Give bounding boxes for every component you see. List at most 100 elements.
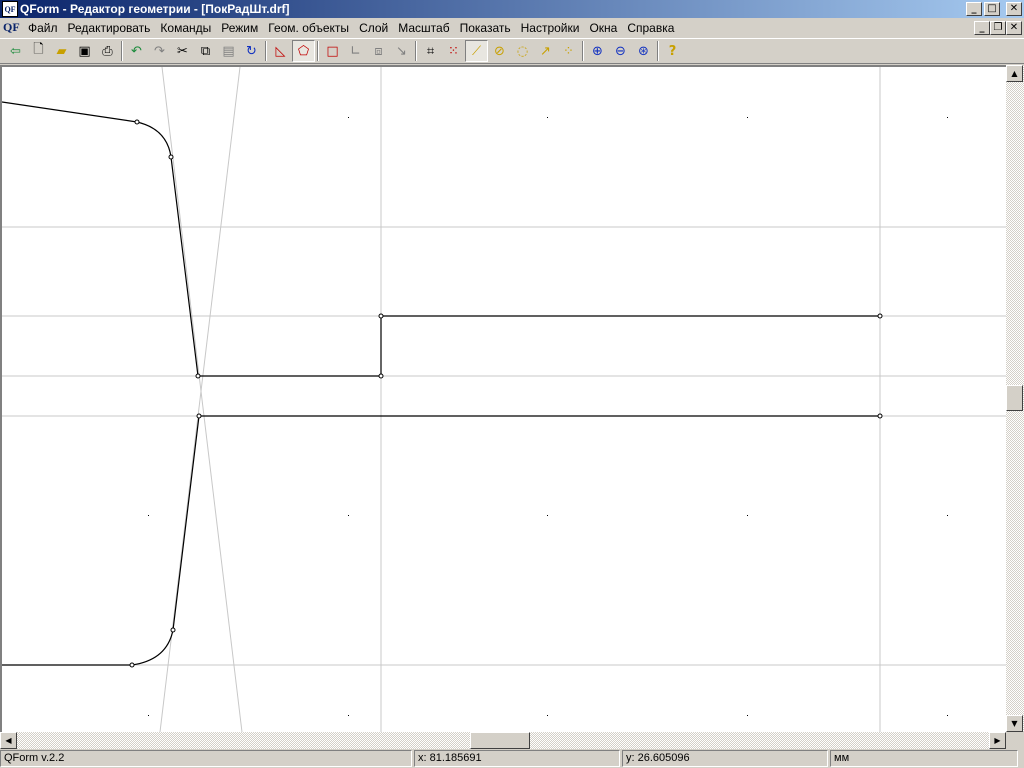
node-point[interactable] (129, 662, 135, 668)
menu-show[interactable]: Показать (455, 21, 516, 35)
geometry-contour (2, 101, 880, 666)
node-point[interactable] (877, 313, 883, 319)
points-button[interactable]: ⁙ (442, 40, 465, 62)
menu-bar: QF Файл Редактировать Команды Режим Геом… (0, 18, 1024, 38)
cut-button[interactable]: ✂ (171, 40, 194, 62)
status-version: QForm v.2.2 (0, 750, 412, 767)
menu-scale[interactable]: Масштаб (393, 21, 454, 35)
paste-button[interactable]: ▤ (217, 40, 240, 62)
redo-button[interactable]: ↷ (148, 40, 171, 62)
menu-commands[interactable]: Команды (155, 21, 216, 35)
close-icon: ✕ (1009, 22, 1019, 33)
doc-restore-button[interactable]: ❐ (990, 21, 1006, 35)
exit-button[interactable]: ⇦ (4, 40, 27, 62)
node-point[interactable] (195, 373, 201, 379)
window-title: QForm - Редактор геометрии - [ПокРадШт.d… (20, 2, 290, 16)
menu-edit[interactable]: Редактировать (63, 21, 156, 35)
node-point[interactable] (168, 154, 174, 160)
undo-button[interactable]: ↶ (125, 40, 148, 62)
geometry-svg (2, 67, 1006, 732)
line-tool-button[interactable]: ⟋ (465, 40, 488, 62)
title-bar: QF QForm - Редактор геометрии - [ПокРадШ… (0, 0, 1024, 18)
polygon-select-button[interactable]: ⬠ (292, 40, 315, 62)
circle-tool-button[interactable]: ⊘ (488, 40, 511, 62)
node-point[interactable] (134, 119, 140, 125)
app-icon: QF (2, 1, 18, 17)
minimize-icon: _ (971, 3, 977, 14)
menu-mode[interactable]: Режим (216, 21, 263, 35)
refresh-icon: ↻ (246, 43, 257, 59)
line-tool-icon: ⟋ (471, 43, 482, 59)
print-button[interactable]: ⎙ (96, 40, 119, 62)
zoom-in-button[interactable]: ⊕ (586, 40, 609, 62)
minimize-icon: _ (979, 22, 985, 33)
arrow-up-icon: ▲ (1011, 69, 1018, 78)
node-point[interactable] (877, 413, 883, 419)
drawing-canvas[interactable] (0, 65, 1006, 732)
toolbar: ⇦ 🗋 ▰ ▣ ⎙ ↶ ↷ ✂ ⧉ ▤ ↻ ◺ ⬠ □ ∟ ⧈ ↘ ⌗ ⁙ ⟋ … (0, 38, 1024, 64)
node-tool-icon: ⁘ (563, 43, 574, 59)
polygon-button[interactable]: ◺ (269, 40, 292, 62)
menu-help[interactable]: Справка (622, 21, 679, 35)
curve-tool-icon: ↗ (540, 43, 551, 59)
close-button[interactable]: ✕ (1006, 2, 1022, 16)
open-button[interactable]: ▰ (50, 40, 73, 62)
copy-button[interactable]: ⧉ (194, 40, 217, 62)
curve-tool-button[interactable]: ↗ (534, 40, 557, 62)
print-icon: ⎙ (102, 43, 113, 59)
rectangle-button[interactable]: □ (321, 40, 344, 62)
maximize-button[interactable]: □ (984, 2, 1000, 16)
trim-icon: ⌗ (426, 43, 435, 59)
arrow-left-icon: ◀ (5, 736, 12, 745)
doc-minimize-button[interactable]: _ (974, 21, 990, 35)
new-button[interactable]: 🗋 (27, 40, 50, 62)
menu-file[interactable]: Файл (23, 21, 63, 35)
minimize-button[interactable]: _ (966, 2, 982, 16)
arrow-right-icon: ▶ (994, 736, 1001, 745)
horizontal-scrollbar[interactable]: ◀ ▶ (0, 732, 1006, 749)
close-icon: ✕ (1009, 3, 1019, 14)
zoom-out-button[interactable]: ⊖ (609, 40, 632, 62)
save-button[interactable]: ▣ (73, 40, 96, 62)
node-tool-button[interactable]: ⁘ (557, 40, 580, 62)
help-button[interactable]: ? (661, 40, 684, 62)
horizontal-scroll-thumb[interactable] (470, 732, 530, 749)
circle-tool-icon: ⊘ (494, 43, 505, 59)
menu-windows[interactable]: Окна (584, 21, 622, 35)
upper-contour (2, 101, 880, 377)
scroll-down-button[interactable]: ▼ (1006, 715, 1023, 732)
scroll-corner (1006, 732, 1024, 749)
document-icon[interactable]: QF (3, 20, 21, 36)
arc-tool-icon: ◌ (516, 43, 529, 59)
rectangle-icon: □ (326, 43, 339, 59)
menu-layer[interactable]: Слой (354, 21, 393, 35)
corner-icon: ∟ (350, 43, 361, 59)
zoom-fit-icon: ⊛ (638, 43, 649, 59)
arc-tool-button[interactable]: ◌ (511, 40, 534, 62)
scroll-left-button[interactable]: ◀ (0, 732, 17, 749)
lower-contour (2, 415, 200, 666)
node-point[interactable] (196, 413, 202, 419)
exit-icon: ⇦ (10, 43, 21, 59)
status-x-coordinate: x: 81.185691 (414, 750, 620, 767)
scroll-right-button[interactable]: ▶ (989, 732, 1006, 749)
vertical-scrollbar[interactable]: ▲ ▼ (1006, 65, 1024, 732)
node-point[interactable] (378, 313, 384, 319)
menu-settings[interactable]: Настройки (516, 21, 585, 35)
move-button[interactable]: ⧈ (367, 40, 390, 62)
trim-button[interactable]: ⌗ (419, 40, 442, 62)
status-units: мм (830, 750, 1018, 767)
doc-close-button[interactable]: ✕ (1006, 21, 1022, 35)
node-point[interactable] (378, 373, 384, 379)
menu-geom-objects[interactable]: Геом. объекты (263, 21, 354, 35)
corner-button[interactable]: ∟ (344, 40, 367, 62)
refresh-button[interactable]: ↻ (240, 40, 263, 62)
vertical-scroll-thumb[interactable] (1006, 385, 1023, 411)
contour-nodes (129, 119, 883, 668)
arrow-button[interactable]: ↘ (390, 40, 413, 62)
zoom-fit-button[interactable]: ⊛ (632, 40, 655, 62)
node-point[interactable] (170, 627, 176, 633)
arrow-down-icon: ▼ (1011, 719, 1018, 728)
scroll-up-button[interactable]: ▲ (1006, 65, 1023, 82)
zoom-in-icon: ⊕ (592, 43, 603, 59)
